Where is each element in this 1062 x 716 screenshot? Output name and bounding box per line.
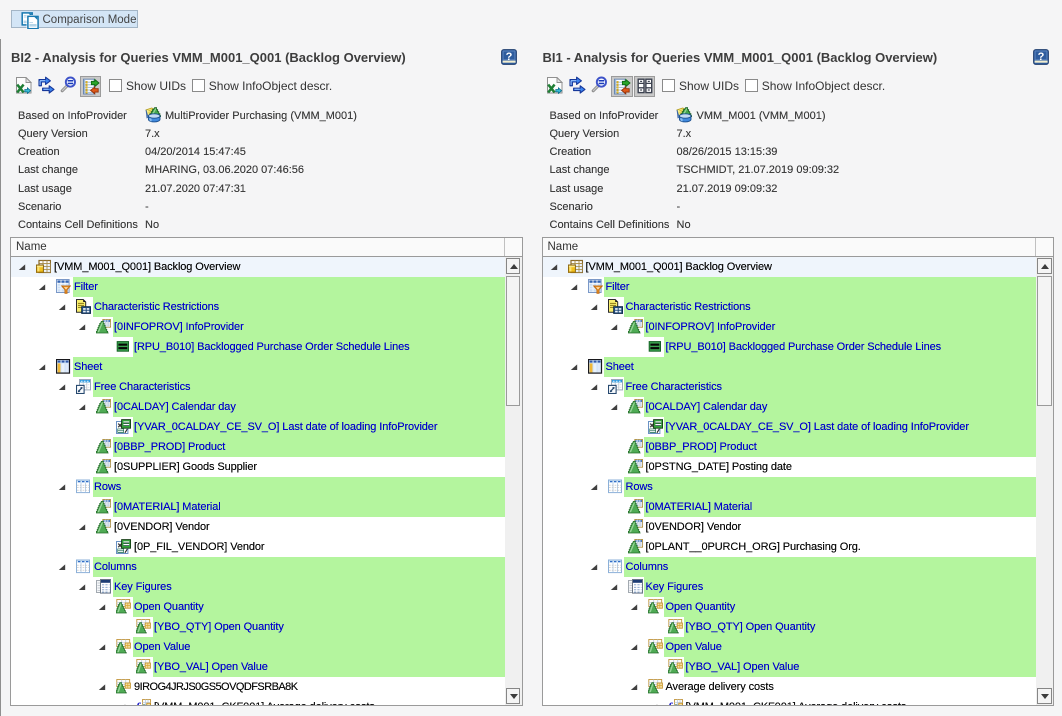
- svg-text:?: ?: [506, 50, 513, 62]
- svg-text:?: ?: [1037, 50, 1044, 62]
- svg-text:f: f: [668, 700, 674, 705]
- svg-text:f: f: [136, 700, 142, 705]
